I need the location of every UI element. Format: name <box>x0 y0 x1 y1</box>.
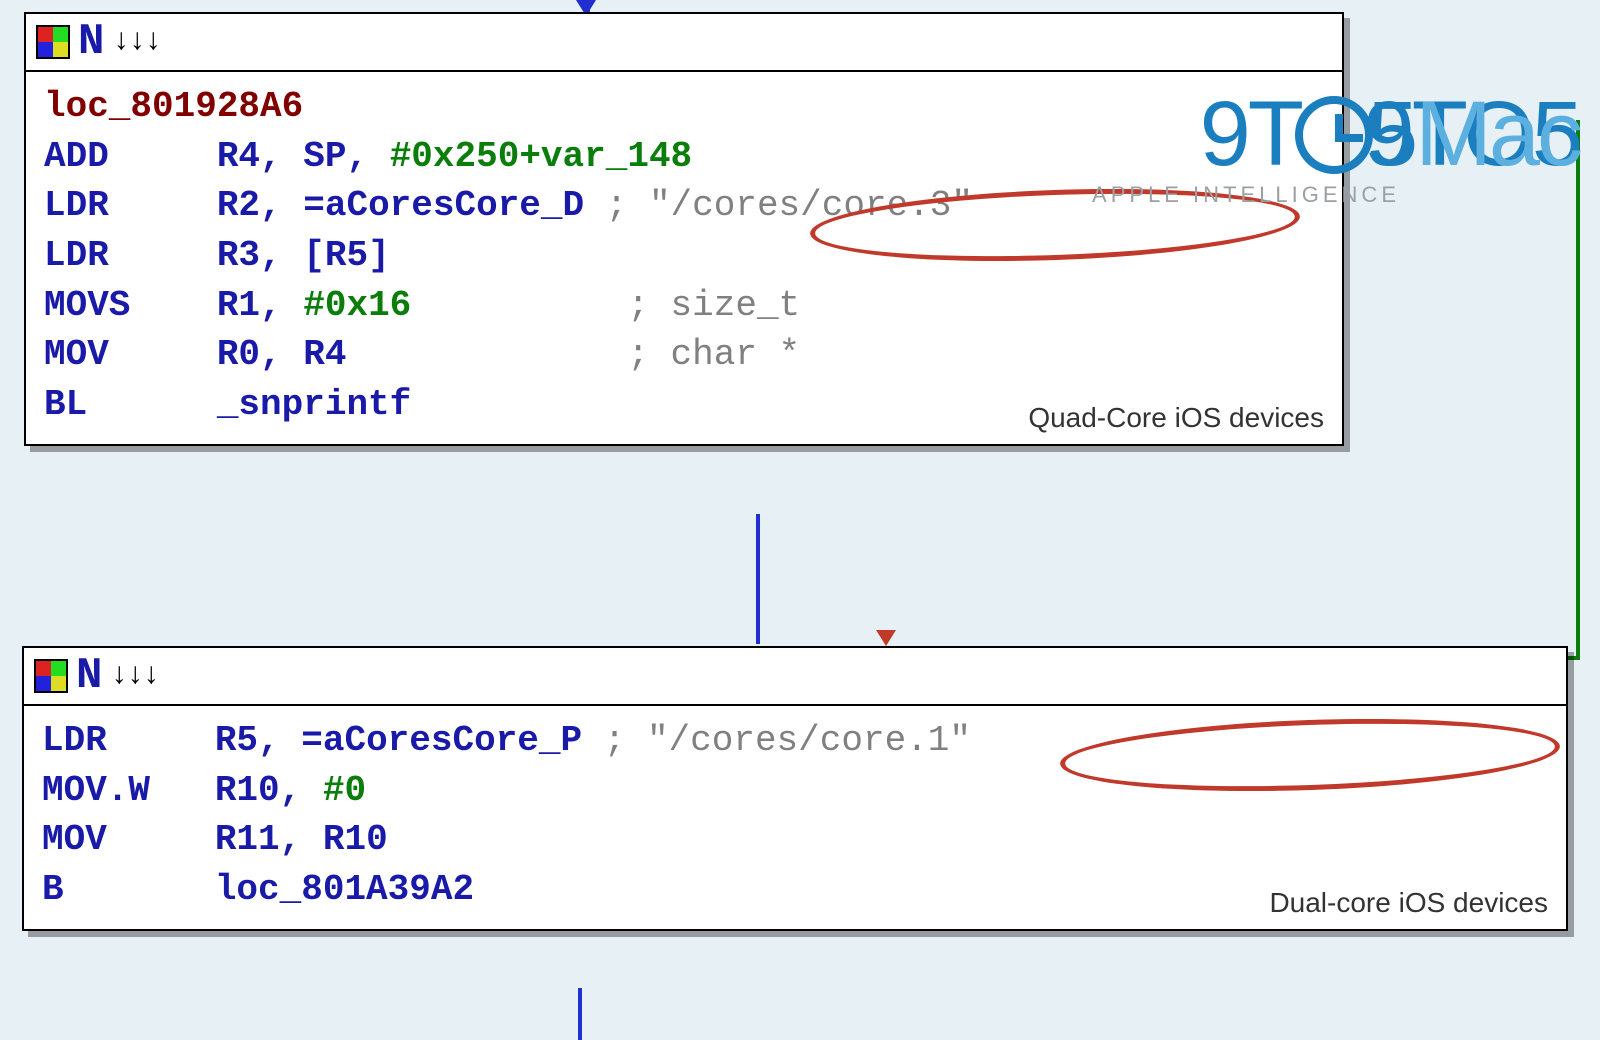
graph-bars-icon: ↓↓↓ <box>112 25 160 59</box>
color-grid-icon <box>36 25 70 59</box>
node-caption: Quad-Core iOS devices <box>1028 402 1324 434</box>
node-caption: Dual-core iOS devices <box>1269 887 1548 919</box>
node-type-icon: N <box>78 20 104 64</box>
arrow-down-icon <box>876 630 896 646</box>
disassembly-listing: loc_801928A6 ADD R4, SP, #0x250+var_148 … <box>26 72 1342 444</box>
watermark-tagline: APPLE INTELLIGENCE <box>1092 182 1400 208</box>
watermark-logo: 9TO5 <box>1364 82 1580 187</box>
graph-edge-mid <box>756 514 760 644</box>
node-titlebar[interactable]: N ↓↓↓ <box>26 14 1342 72</box>
graph-bars-icon: ↓↓↓ <box>110 659 158 693</box>
graph-edge-out <box>578 988 582 1040</box>
color-grid-icon <box>34 659 68 693</box>
node-type-icon: N <box>76 654 102 698</box>
node-titlebar[interactable]: N ↓↓↓ <box>24 648 1566 706</box>
graph-edge-green <box>1576 120 1580 660</box>
